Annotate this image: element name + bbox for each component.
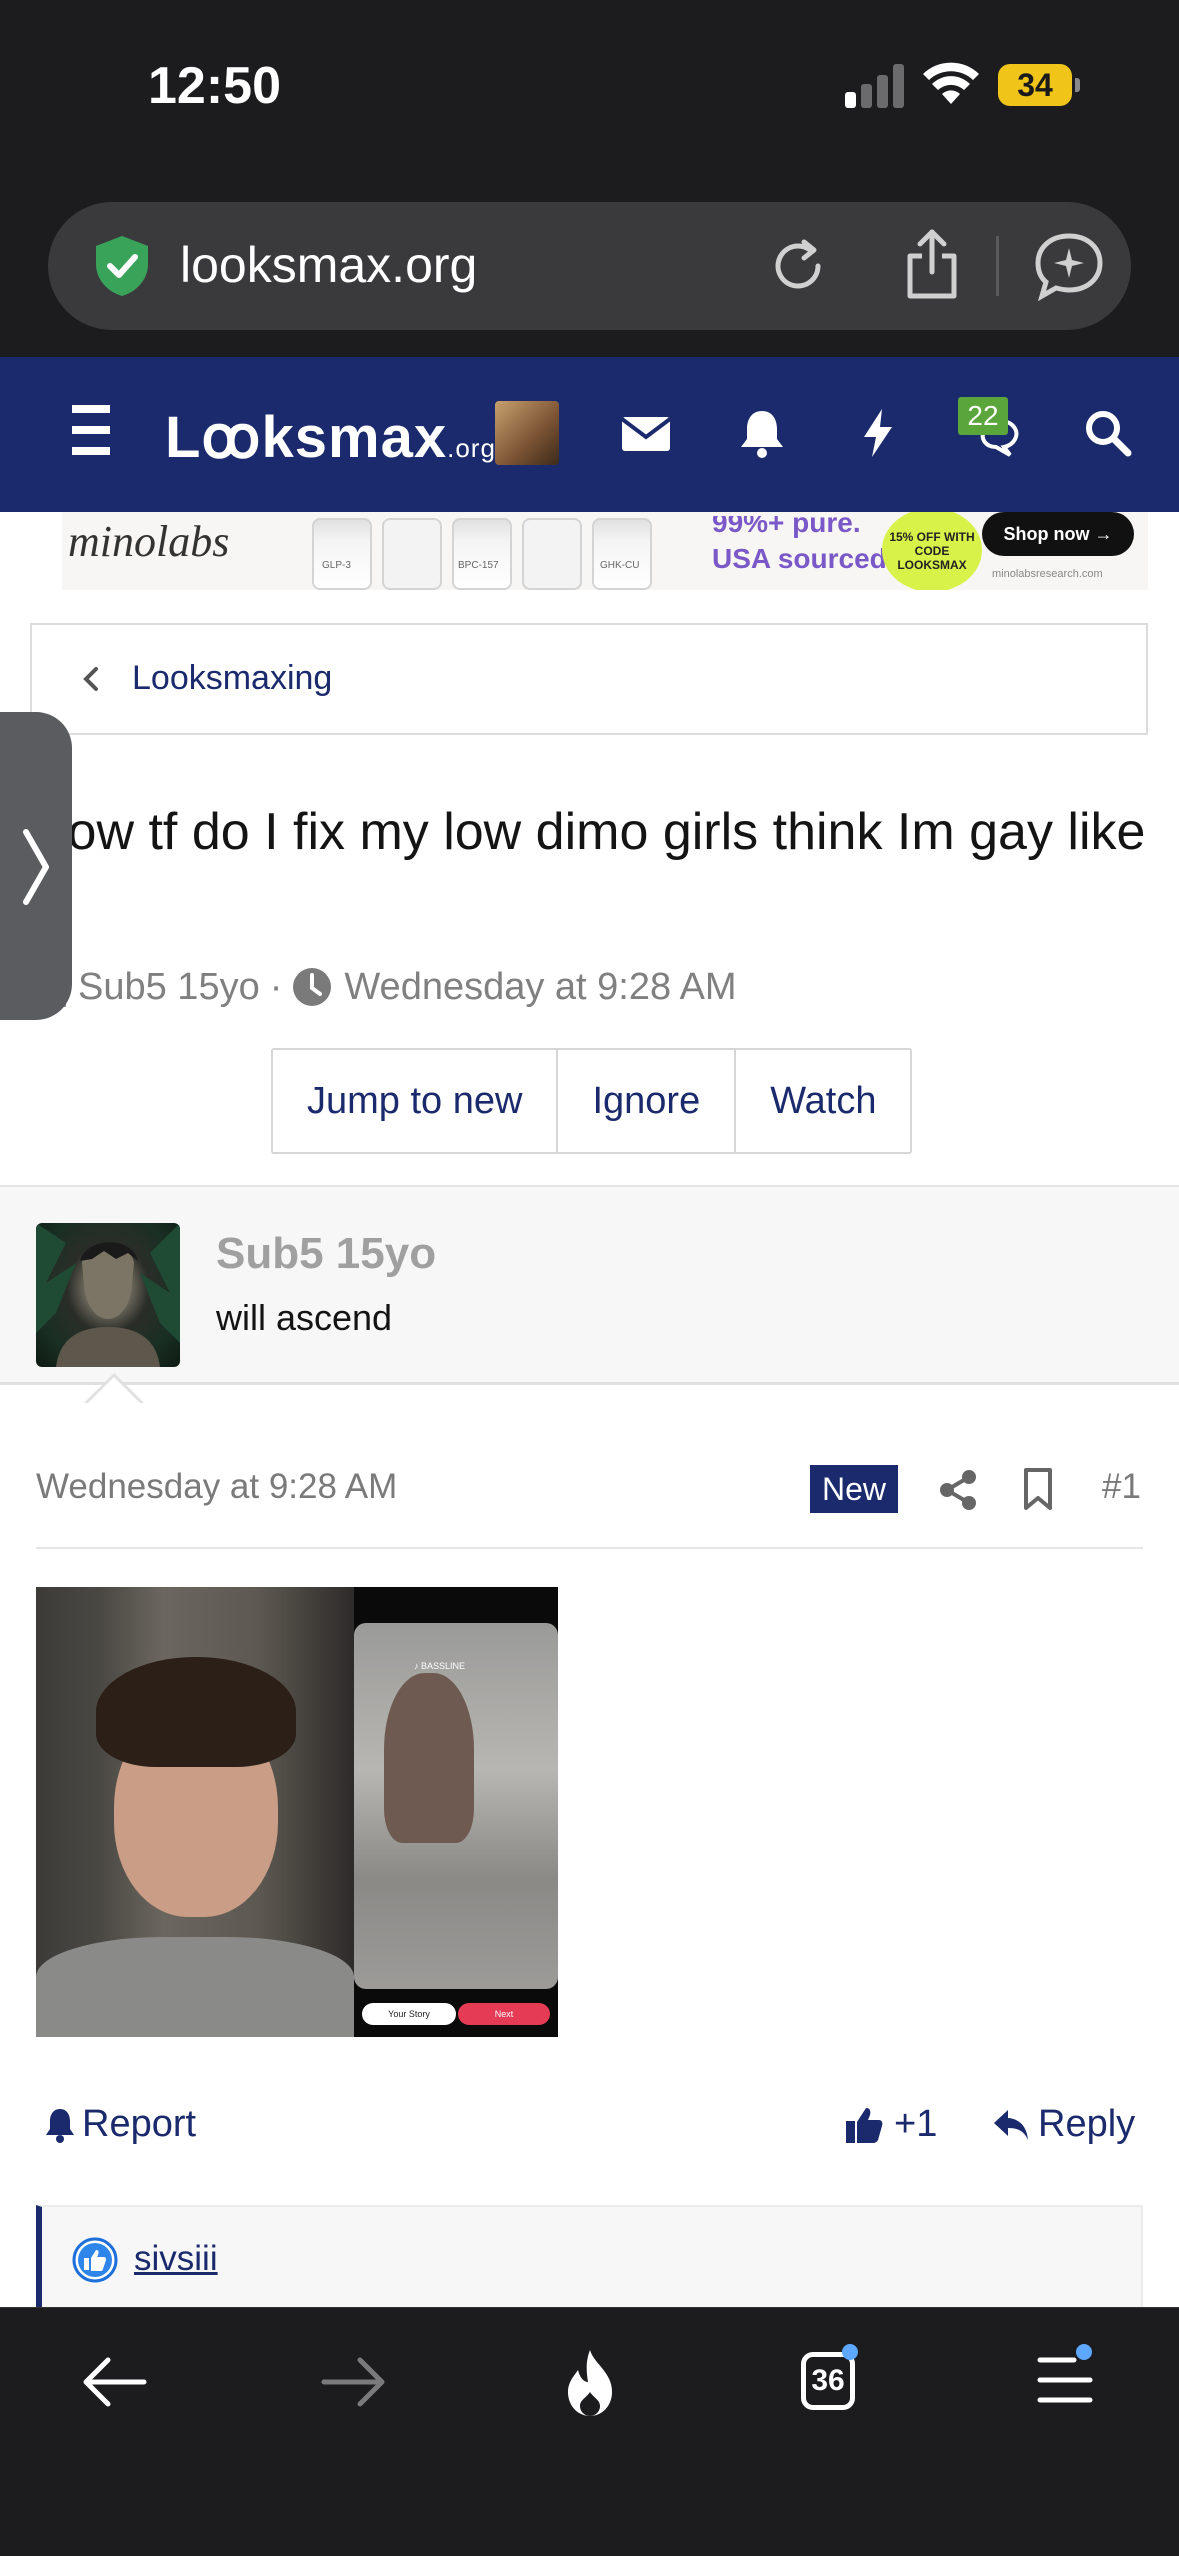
breadcrumb[interactable]: Looksmaxing <box>30 623 1148 735</box>
home-indicator-area <box>0 2457 1179 2556</box>
tabs-button[interactable]: 36 <box>801 2352 855 2410</box>
vial-label: GLP-3 <box>322 560 351 571</box>
breadcrumb-link[interactable]: Looksmaxing <box>132 659 332 698</box>
like-count: +1 <box>894 2103 938 2145</box>
url-divider <box>996 236 999 296</box>
post-attachment-image[interactable]: ♪ BASSLINE Your Story Next <box>36 1587 558 2037</box>
sidebar-toggle[interactable] <box>0 712 72 1020</box>
shop-now-button[interactable]: Shop now → <box>982 512 1134 556</box>
new-badge: New <box>810 1465 898 1513</box>
battery-icon: 34 <box>998 64 1080 106</box>
banner-logo: minolabs <box>68 517 230 566</box>
vial-label: GHK-CU <box>600 560 640 571</box>
post-username[interactable]: Sub5 15yo <box>216 1229 436 1279</box>
search-icon[interactable] <box>1080 405 1136 461</box>
liked-by-user[interactable]: sivsiii <box>134 2239 218 2279</box>
share-icon[interactable] <box>938 1469 978 1511</box>
thread-date: Wednesday at 9:28 AM <box>344 965 737 1008</box>
ignore-button[interactable]: Ignore <box>558 1050 737 1152</box>
report-button[interactable]: Report <box>44 2103 196 2146</box>
menu-notification-dot <box>1076 2344 1092 2360</box>
share-icon[interactable] <box>898 226 966 302</box>
jump-to-new-button[interactable]: Jump to new <box>273 1050 559 1152</box>
user-title: will ascend <box>216 1297 393 1338</box>
status-bar: 12:50 34 <box>0 0 1179 180</box>
menu-icon[interactable] <box>72 405 110 455</box>
site-logo[interactable]: Lꝏksmax.org <box>165 403 496 471</box>
post-number[interactable]: #1 <box>1102 1467 1141 1507</box>
clock-icon <box>293 968 332 1006</box>
thread-title: How tf do I fix my low dimo girls think … <box>30 803 1146 935</box>
like-button[interactable]: +1 <box>844 2103 937 2146</box>
banner-tagline: 99%+ pure. USA sourced. <box>712 516 895 574</box>
thread-actions: Jump to new Ignore Watch <box>271 1048 913 1154</box>
wifi-icon <box>923 62 979 104</box>
forward-icon[interactable] <box>318 2352 390 2412</box>
banner-site: minolabsresearch.com <box>992 568 1103 580</box>
menu-icon[interactable] <box>1036 2354 1094 2406</box>
phone-label: ♪ BASSLINE <box>414 1661 466 1671</box>
avatar-illustration <box>36 1223 180 1367</box>
reply-icon <box>994 2109 1028 2140</box>
ad-banner[interactable]: minolabs GLP-3 BPC-157 GHK-CU 99%+ pure.… <box>62 512 1148 590</box>
phone-your-story: Your Story <box>362 2003 456 2025</box>
ai-assistant-icon[interactable] <box>1032 230 1106 302</box>
battery-level: 34 <box>998 64 1072 106</box>
lightning-icon[interactable] <box>850 405 906 461</box>
reload-icon[interactable] <box>764 232 832 300</box>
shield-check-icon <box>96 236 148 296</box>
vial-label: BPC-157 <box>458 560 499 571</box>
bell-icon[interactable] <box>734 405 790 461</box>
thumbs-up-icon <box>846 2107 883 2143</box>
status-time: 12:50 <box>148 57 281 115</box>
post-user-header: Sub5 15yo will ascend <box>0 1185 1179 1385</box>
bookmark-icon[interactable] <box>1022 1467 1054 1511</box>
flame-icon[interactable] <box>558 2346 622 2418</box>
cellular-signal-icon <box>845 64 907 108</box>
bell-icon <box>46 2108 74 2143</box>
meta-separator: · <box>269 965 283 1008</box>
inbox-icon[interactable] <box>618 405 674 461</box>
site-navbar: Lꝏksmax.org 22 <box>0 357 1179 512</box>
reply-button[interactable]: Reply <box>992 2103 1135 2146</box>
chevron-right-icon <box>23 829 49 905</box>
banner-vials: GLP-3 BPC-157 GHK-CU <box>312 512 732 590</box>
post-avatar[interactable] <box>36 1223 180 1367</box>
promo-badge: 15% OFF WITH CODE LOOKSMAX <box>882 512 982 590</box>
phone-screenshot: ♪ BASSLINE Your Story Next <box>354 1587 558 2037</box>
divider <box>36 1547 1143 1549</box>
report-label: Report <box>82 2103 197 2145</box>
selfie-photo <box>36 1587 354 2037</box>
tabs-notification-dot <box>842 2344 858 2360</box>
post-date[interactable]: Wednesday at 9:28 AM <box>36 1467 397 1507</box>
watch-button[interactable]: Watch <box>736 1050 911 1152</box>
thread-meta: Sub5 15yo · Wednesday at 9:28 AM <box>30 957 737 1017</box>
browser-toolbar: 36 <box>0 2307 1179 2457</box>
back-icon[interactable] <box>78 2352 150 2412</box>
alerts-badge: 22 <box>958 397 1008 435</box>
address-bar[interactable]: looksmax.org <box>48 202 1131 330</box>
reactions-summary: sivsiii <box>36 2205 1143 2307</box>
reply-label: Reply <box>1038 2103 1136 2145</box>
phone-next: Next <box>458 2003 550 2025</box>
user-avatar[interactable] <box>495 401 559 465</box>
url-text[interactable]: looksmax.org <box>180 236 477 294</box>
thread-author[interactable]: Sub5 15yo <box>78 966 260 1009</box>
like-reaction-icon <box>72 2237 118 2283</box>
web-page: Lꝏksmax.org 22 minolabs GLP-3 BPC-157 GH… <box>0 357 1179 2307</box>
chevron-left-icon <box>83 667 98 691</box>
